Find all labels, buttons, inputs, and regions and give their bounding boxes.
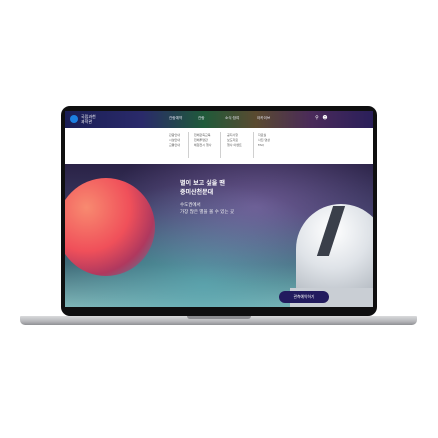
dropdown-separator xyxy=(188,132,189,158)
dropdown-item[interactable]: 교통안내 xyxy=(169,143,180,148)
dropdown-separator xyxy=(220,132,221,158)
logo-text: 국립과천 과학관 xyxy=(81,114,96,124)
hero-subtitle: 수도권에서 가장 많은 별을 볼 수 있는 곳 xyxy=(180,202,234,216)
hero-banner: 별이 보고 싶을 땐 중미산천문대 수도권에서 가장 많은 별을 볼 수 있는 … xyxy=(65,164,373,307)
logo-icon xyxy=(70,115,78,123)
dropdown-column: 관람안내 시설안내 교통안내 xyxy=(169,133,180,148)
nav-menu-item[interactable]: 관람예약 xyxy=(169,116,182,121)
nav-menu-item[interactable]: 소식·참여 xyxy=(225,116,239,121)
hero-subtitle-line: 수도권에서 xyxy=(180,203,201,208)
hero-title: 별이 보고 싶을 땐 중미산천문대 xyxy=(180,179,225,197)
dropdown-column: 자료실 사진·영상 FAQ xyxy=(258,133,270,148)
hero-title-line: 중미산천문대 xyxy=(180,189,214,196)
hero-title-line: 별이 보고 싶을 땐 xyxy=(180,180,225,187)
planet-illustration xyxy=(65,178,155,276)
laptop-screen: 국립과천 과학관 관람예약 관람 소식·참여 아카이브 ⚲ ☻ 관람안내 시설안… xyxy=(65,111,373,307)
dropdown-item[interactable]: 체험전시 행사 xyxy=(194,143,212,148)
nav-menu-item[interactable]: 관람 xyxy=(198,116,205,121)
search-icon[interactable]: ⚲ xyxy=(314,115,320,121)
hero-subtitle-line: 가장 많은 별을 볼 수 있는 곳 xyxy=(180,210,235,215)
site-logo[interactable]: 국립과천 과학관 xyxy=(70,114,106,125)
top-navigation: 국립과천 과학관 관람예약 관람 소식·참여 아카이브 ⚲ ☻ xyxy=(65,111,373,128)
dropdown-column: 천체관측교육 천체투영관 체험전시 행사 xyxy=(194,133,212,148)
user-icon[interactable]: ☻ xyxy=(322,115,328,121)
dropdown-column: 공지사항 보도자료 행사·이벤트 xyxy=(227,133,242,148)
nav-menu-item[interactable]: 아카이브 xyxy=(257,116,270,121)
laptop-notch xyxy=(187,316,251,319)
dropdown-separator xyxy=(253,132,254,158)
dropdown-menu: 관람안내 시설안내 교통안내 천체관측교육 천체투영관 체험전시 행사 공지사항… xyxy=(65,128,373,165)
dropdown-item[interactable]: 행사·이벤트 xyxy=(227,143,242,148)
reservation-button[interactable]: 관측예약하기 xyxy=(279,291,329,303)
dropdown-item[interactable]: FAQ xyxy=(258,143,270,148)
